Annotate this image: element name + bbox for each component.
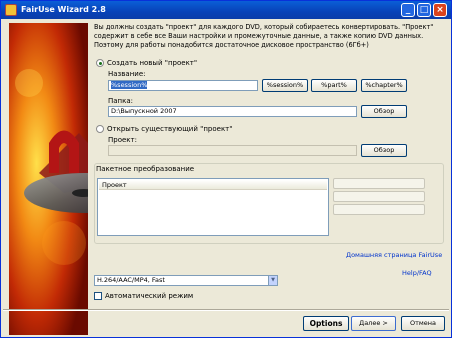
create-project-radio[interactable] bbox=[96, 59, 104, 67]
title-bar[interactable]: FairUse Wizard 2.8 _ □ × bbox=[1, 1, 451, 19]
app-icon bbox=[5, 4, 17, 16]
cancel-button[interactable]: Отмена bbox=[401, 316, 445, 331]
auto-mode-label: Автоматический режим bbox=[105, 292, 194, 300]
next-button[interactable]: Далее > bbox=[351, 316, 396, 331]
insert-chapter-button[interactable]: %chapter% bbox=[361, 79, 407, 92]
footer-separator bbox=[3, 309, 449, 311]
minimize-button[interactable]: _ bbox=[401, 3, 415, 17]
folder-browse-button[interactable]: Обзор bbox=[361, 105, 407, 118]
insert-part-button[interactable]: %part% bbox=[311, 79, 357, 92]
window-title: FairUse Wizard 2.8 bbox=[21, 5, 106, 14]
batch-add-button[interactable] bbox=[333, 178, 425, 189]
homepage-link[interactable]: Домашняя страница FairUse bbox=[346, 251, 442, 259]
existing-project-browse-button[interactable]: Обзор bbox=[361, 144, 407, 157]
close-button[interactable]: × bbox=[433, 3, 447, 17]
open-project-label: Открыть существующий "проект" bbox=[107, 125, 233, 133]
help-faq-link[interactable]: Help/FAQ bbox=[402, 269, 432, 277]
batch-start-button[interactable] bbox=[333, 204, 425, 215]
project-name-value: %session% bbox=[111, 81, 148, 89]
encoding-profile-value: H.264/AAC/MP4, Fast bbox=[97, 276, 165, 284]
wizard-description: Вы должны создать "проект" для каждого D… bbox=[94, 23, 434, 49]
existing-project-input[interactable] bbox=[108, 145, 357, 156]
project-name-input[interactable]: %session% bbox=[108, 80, 258, 91]
folder-input[interactable]: D:\Выпускной 2007 bbox=[108, 106, 357, 117]
auto-mode-checkbox[interactable] bbox=[94, 292, 102, 300]
folder-label: Папка: bbox=[108, 97, 134, 105]
batch-project-list[interactable]: Проект bbox=[97, 178, 329, 236]
maximize-button[interactable]: □ bbox=[417, 3, 431, 17]
batch-remove-button[interactable] bbox=[333, 191, 425, 202]
insert-session-button[interactable]: %session% bbox=[262, 79, 308, 92]
project-column-header[interactable]: Проект bbox=[99, 180, 327, 190]
create-project-label: Создать новый "проект" bbox=[107, 59, 198, 67]
open-project-radio[interactable] bbox=[96, 125, 104, 133]
project-name-label: Название: bbox=[108, 70, 146, 78]
existing-project-label: Проект: bbox=[108, 136, 137, 144]
wizard-window: FairUse Wizard 2.8 _ □ × Вы должны созда… bbox=[0, 0, 452, 338]
options-button[interactable]: Options bbox=[303, 316, 349, 331]
wizard-banner-image bbox=[9, 23, 88, 335]
batch-conversion-label: Пакетное преобразование bbox=[96, 165, 195, 173]
encoding-profile-select[interactable]: H.264/AAC/MP4, Fast ▼ bbox=[94, 275, 278, 286]
chevron-down-icon[interactable]: ▼ bbox=[268, 276, 277, 285]
